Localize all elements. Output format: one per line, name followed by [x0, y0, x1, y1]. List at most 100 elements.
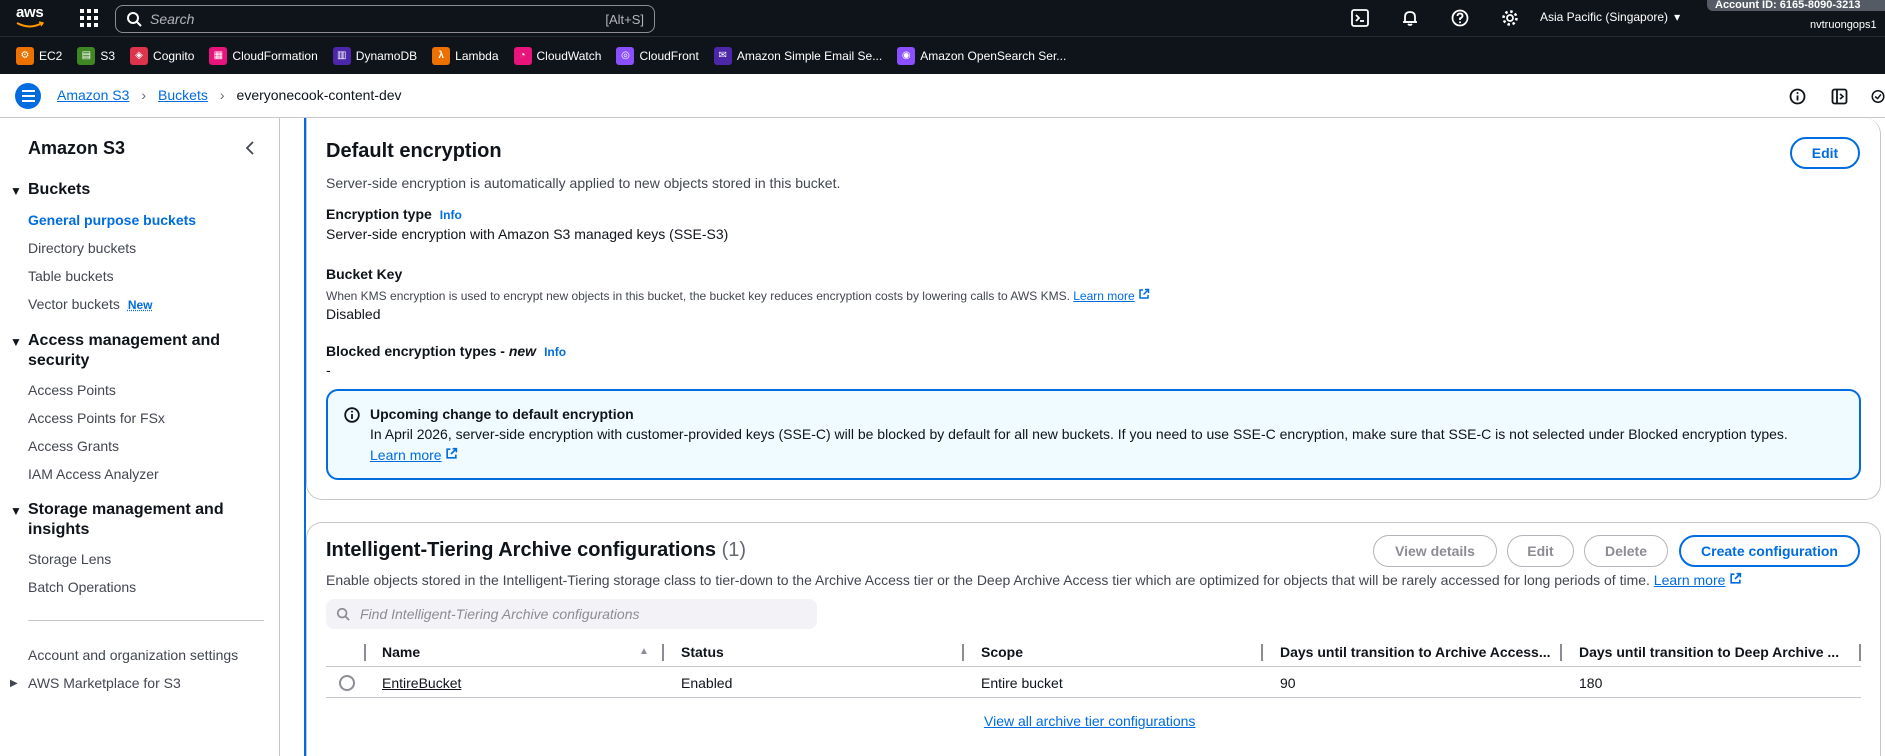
config-deep-archive-days: 180 — [1579, 675, 1603, 691]
global-search[interactable]: [Alt+S] — [115, 5, 655, 33]
username-menu[interactable]: nvtruongops1 — [1810, 19, 1885, 31]
blocked-encryption-new: new — [508, 343, 537, 359]
bucket-key-learn-more-link[interactable]: Learn more — [1073, 289, 1134, 303]
favorite-cognito[interactable]: ◈ Cognito — [130, 46, 194, 65]
favorite-ec2[interactable]: ⚙ EC2 — [16, 46, 62, 65]
column-header-status[interactable]: Status — [681, 644, 724, 660]
encryption-description: Server-side encryption is automatically … — [326, 175, 841, 191]
sidebar-item-directory-buckets[interactable]: Directory buckets — [28, 240, 136, 256]
split-panel-icon[interactable] — [1829, 86, 1849, 106]
ses-service-icon: ✉ — [713, 46, 732, 65]
sidebar-item-marketplace[interactable]: ▶ AWS Marketplace for S3 — [10, 675, 181, 691]
column-header-scope[interactable]: Scope — [981, 644, 1023, 660]
services-grid-icon[interactable] — [80, 9, 98, 27]
bucket-key-value: Disabled — [326, 306, 381, 322]
favorite-ses[interactable]: ✉ Amazon Simple Email Se... — [713, 46, 882, 65]
sidebar-item-vector-buckets[interactable]: Vector buckets New — [28, 296, 153, 312]
sidebar-item-general-purpose-buckets[interactable]: General purpose buckets — [28, 212, 196, 228]
favorites-bar: ⚙ EC2 ▤ S3 ◈ Cognito ▦ CloudFormation ▥ Dynam… — [0, 36, 1885, 74]
favorite-opensearch[interactable]: ◉ Amazon OpenSearch Ser... — [897, 46, 1066, 65]
sidebar-item-account-settings[interactable]: Account and organization settings — [28, 647, 238, 663]
column-header-deep-archive-days[interactable]: Days until transition to Deep Archive ..… — [1579, 644, 1854, 660]
info-panel-icon[interactable] — [1787, 86, 1807, 106]
encryption-type-value: Server-side encryption with Amazon S3 ma… — [326, 226, 729, 242]
encryption-type-info-link[interactable]: Info — [440, 208, 462, 222]
account-id: Account ID: 6165-8090-3213 — [1707, 0, 1885, 11]
sort-ascending-icon[interactable]: ▲ — [639, 646, 649, 657]
sidebar-item-access-points-fsx[interactable]: Access Points for FSx — [28, 410, 165, 426]
caret-right-icon: ▶ — [10, 677, 18, 689]
sidebar-item-access-points[interactable]: Access Points — [28, 382, 116, 398]
tiering-filter[interactable] — [326, 599, 817, 629]
search-input[interactable] — [150, 11, 606, 27]
tiering-learn-more-link[interactable]: Learn more — [1654, 572, 1726, 588]
tiering-description: Enable objects stored in the Intelligent… — [326, 572, 1650, 588]
default-encryption-alert: Upcoming change to default encryption In… — [326, 389, 1861, 480]
blocked-encryption-info-link[interactable]: Info — [544, 345, 566, 359]
alert-learn-more-link[interactable]: Learn more — [370, 447, 442, 463]
sidebar-item-table-buckets[interactable]: Table buckets — [28, 268, 114, 284]
encryption-type-label: Encryption type — [326, 206, 432, 222]
sidebar-item-storage-lens[interactable]: Storage Lens — [28, 551, 111, 567]
search-icon — [336, 607, 350, 621]
opensearch-service-icon: ◉ — [897, 46, 916, 65]
tiering-edit-button[interactable]: Edit — [1507, 535, 1574, 567]
caret-down-icon: ▾ — [1674, 10, 1681, 24]
external-link-icon — [446, 447, 458, 459]
column-header-archive-days[interactable]: Days until transition to Archive Access.… — [1280, 644, 1563, 660]
bucket-key-description: When KMS encryption is used to encrypt n… — [326, 289, 1070, 303]
favorite-s3[interactable]: ▤ S3 — [77, 46, 115, 65]
favorite-cloudformation[interactable]: ▦ CloudFormation — [209, 46, 318, 65]
lambda-service-icon: λ — [432, 46, 451, 65]
tiering-count: (1) — [721, 539, 747, 561]
gear-icon[interactable] — [1485, 6, 1535, 30]
table-row[interactable]: EntireBucket Enabled Entire bucket 90 18… — [326, 668, 1861, 698]
cloudshell-icon[interactable] — [1335, 6, 1385, 30]
sidebar-item-batch-operations[interactable]: Batch Operations — [28, 579, 136, 595]
view-details-button[interactable]: View details — [1373, 535, 1497, 567]
create-configuration-button[interactable]: Create configuration — [1679, 535, 1860, 567]
view-all-archive-configs-link[interactable]: View all archive tier configurations — [984, 713, 1195, 729]
row-select-radio[interactable] — [339, 675, 355, 691]
sidebar-section-buckets[interactable]: ▼ Buckets — [10, 180, 260, 201]
column-header-name[interactable]: Name — [382, 644, 420, 660]
alert-body: In April 2026, server-side encryption wi… — [370, 426, 1788, 442]
aws-logo[interactable]: aws — [16, 5, 50, 32]
breadcrumb: Amazon S3 › Buckets › everyonecook-conte… — [57, 87, 402, 103]
tiering-title: Intelligent-Tiering Archive configuratio… — [326, 539, 747, 561]
tiering-filter-input[interactable] — [360, 606, 800, 622]
blocked-encryption-label: Blocked encryption types - — [326, 343, 505, 359]
sidebar-section-access-management[interactable]: ▼ Access management and security — [10, 331, 260, 371]
help-icon[interactable] — [1435, 6, 1485, 30]
cloudfront-service-icon: ◎ — [616, 46, 635, 65]
breadcrumb-bar: Amazon S3 › Buckets › everyonecook-conte… — [0, 74, 1885, 118]
favorite-lambda[interactable]: λ Lambda — [432, 46, 499, 65]
default-encryption-title: Default encryption — [326, 140, 502, 162]
breadcrumb-current: everyonecook-content-dev — [236, 87, 402, 103]
breadcrumb-buckets[interactable]: Buckets — [158, 87, 208, 103]
bell-icon[interactable] — [1385, 6, 1435, 30]
favorite-cloudwatch[interactable]: ◔ CloudWatch — [513, 46, 601, 65]
aws-smile-icon — [16, 21, 44, 28]
breadcrumb-amazon-s3[interactable]: Amazon S3 — [57, 87, 129, 103]
cloudformation-service-icon: ▦ — [209, 46, 228, 65]
dynamodb-service-icon: ▥ — [332, 46, 351, 65]
sidebar-item-iam-access-analyzer[interactable]: IAM Access Analyzer — [28, 466, 159, 482]
sidebar-section-storage-management[interactable]: ▼ Storage management and insights — [10, 500, 260, 540]
config-scope: Entire bucket — [981, 675, 1063, 691]
config-name-link[interactable]: EntireBucket — [382, 675, 461, 691]
collapse-sidebar-icon[interactable] — [243, 138, 257, 158]
encryption-edit-button[interactable]: Edit — [1790, 137, 1860, 169]
chevron-right-icon: › — [141, 87, 147, 103]
hamburger-menu-icon[interactable] — [15, 83, 41, 109]
sidebar-divider — [28, 620, 264, 621]
sidebar: Amazon S3 ▼ Buckets General purpose buck… — [0, 118, 280, 756]
sidebar-item-access-grants[interactable]: Access Grants — [28, 438, 119, 454]
favorite-cloudfront[interactable]: ◎ CloudFront — [616, 46, 699, 65]
top-navigation: aws [Alt+S] Asia Pacific (Singapore) ▾ — [0, 0, 1885, 36]
feedback-icon[interactable] — [1871, 86, 1885, 106]
s3-service-icon: ▤ — [77, 46, 96, 65]
tiering-delete-button[interactable]: Delete — [1584, 535, 1668, 567]
region-selector[interactable]: Asia Pacific (Singapore) ▾ — [1540, 10, 1680, 24]
favorite-dynamodb[interactable]: ▥ DynamoDB — [332, 46, 417, 65]
